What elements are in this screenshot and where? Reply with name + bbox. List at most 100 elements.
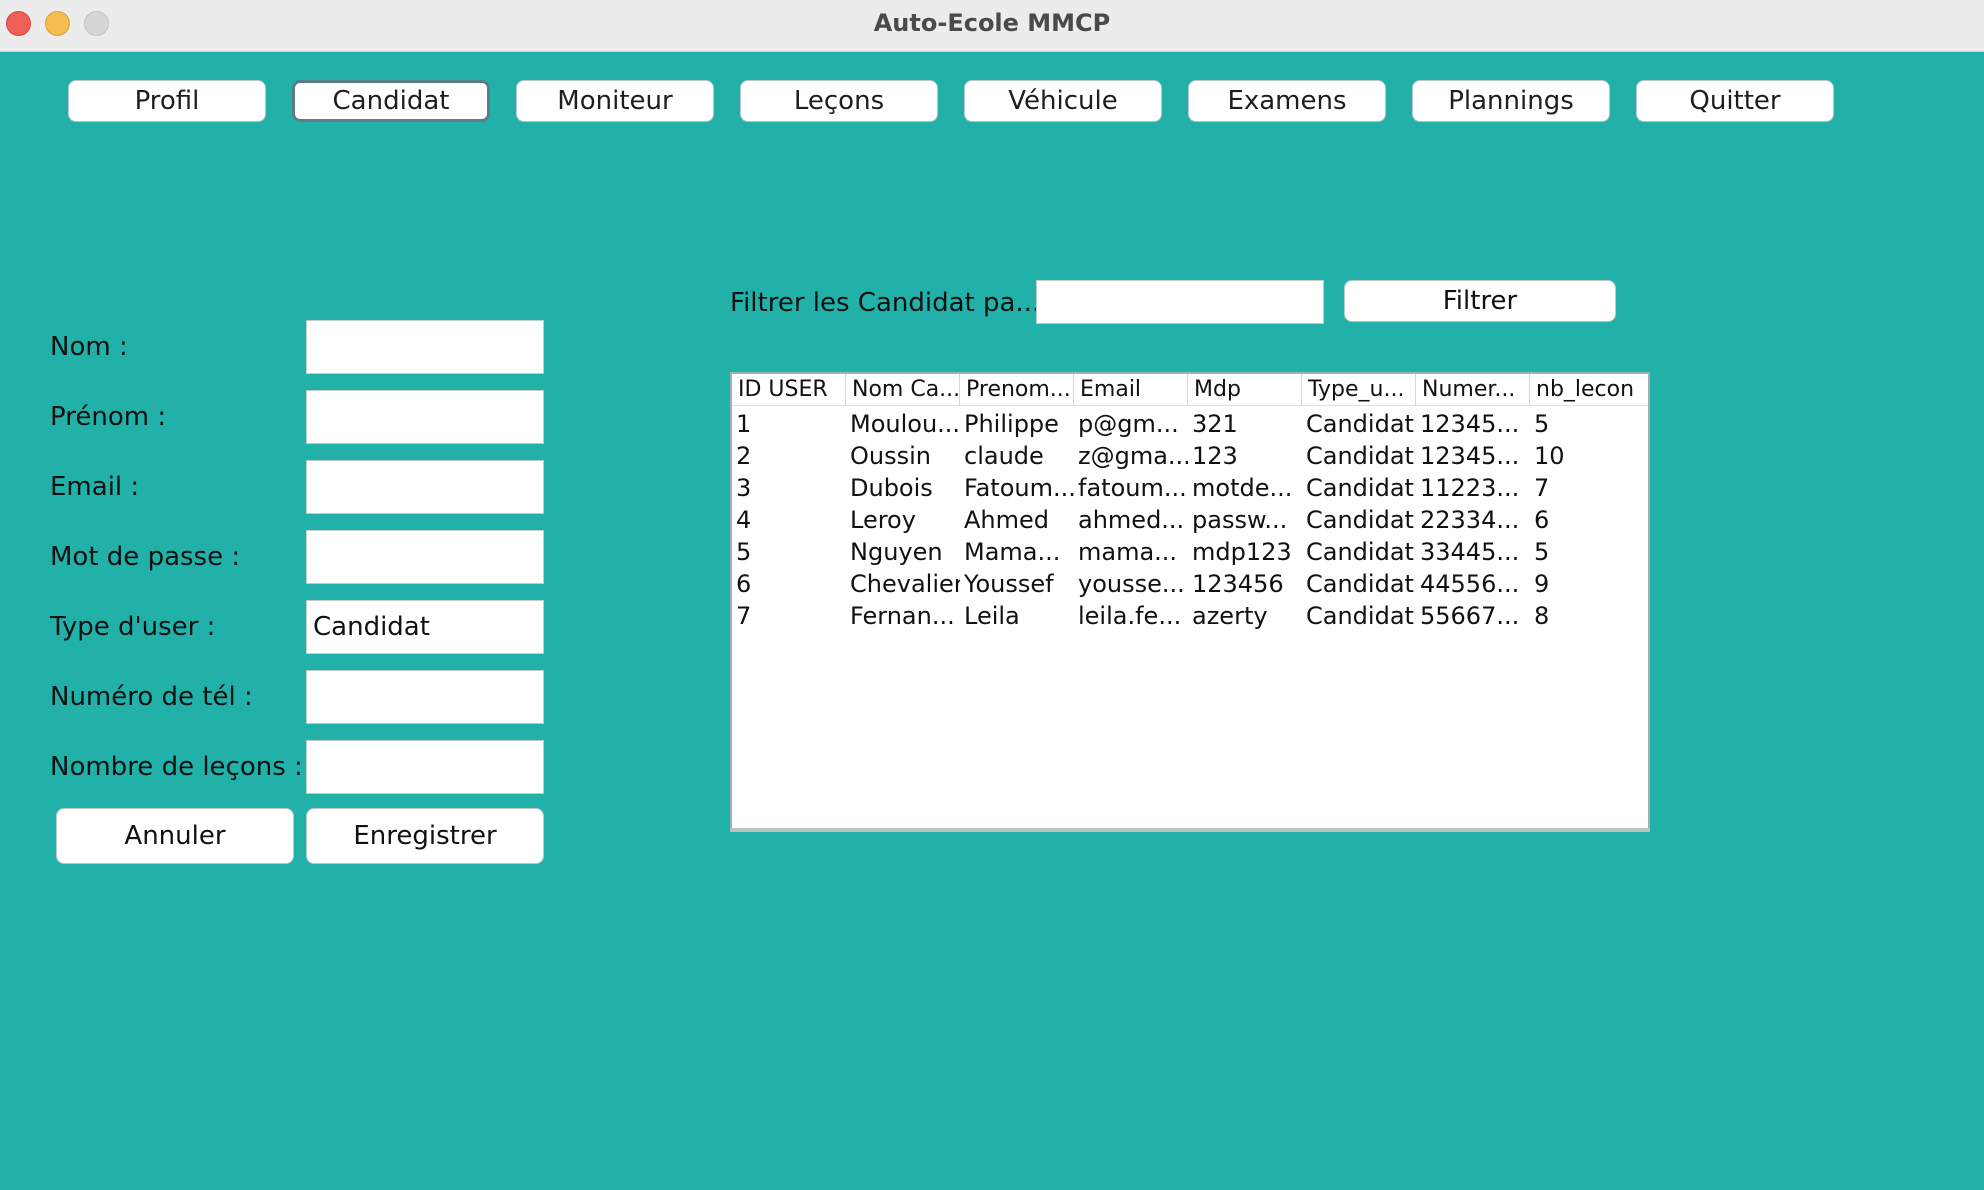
table-cell: Candidat: [1306, 506, 1414, 534]
table-cell: 5: [736, 538, 752, 566]
table-bottom-border: [730, 828, 1650, 832]
filter-label: Filtrer les Candidat pa...: [730, 288, 1041, 318]
table-cell: 9: [1534, 570, 1550, 598]
table-cell: 8: [1534, 602, 1550, 630]
table-header: ID USER Nom Ca... Prenom... Email Mdp Ty…: [732, 374, 1648, 406]
filter-input[interactable]: [1036, 280, 1324, 324]
nav-button-plannings[interactable]: Plannings: [1412, 80, 1610, 122]
nombre-lecons-input[interactable]: [306, 740, 544, 794]
type-user-input[interactable]: [306, 600, 544, 654]
table-cell: 4: [736, 506, 752, 534]
prenom-input[interactable]: [306, 390, 544, 444]
table-cell: Dubois: [850, 474, 933, 502]
table-row[interactable]: 1 Moulou... Philippe p@gm... 321 Candidat 1234…: [732, 408, 1648, 440]
table-cell: 10: [1534, 442, 1565, 470]
nom-label: Nom :: [50, 332, 128, 362]
table-cell: Candidat: [1306, 474, 1414, 502]
table-cell: Nguyen: [850, 538, 943, 566]
nav-button-lecons[interactable]: Leçons: [740, 80, 938, 122]
table-row[interactable]: 7 Fernan... Leila leila.fe... azerty Candidat…: [732, 600, 1648, 632]
column-header-type-user[interactable]: Type_u...: [1302, 374, 1416, 406]
table-cell: 2: [736, 442, 752, 470]
nav-button-profil[interactable]: Profil: [68, 80, 266, 122]
column-header-id-user[interactable]: ID USER: [732, 374, 846, 406]
mot-de-passe-label: Mot de passe :: [50, 542, 241, 572]
table-cell: mama...: [1078, 538, 1178, 566]
table-cell: Oussin: [850, 442, 931, 470]
table-cell: 7: [1534, 474, 1550, 502]
window-title: Auto-Ecole MMCP: [873, 9, 1111, 37]
table-cell: 5: [1534, 410, 1550, 438]
table-cell: 7: [736, 602, 752, 630]
table-cell: Moulou...: [850, 410, 960, 438]
prenom-label: Prénom :: [50, 402, 167, 432]
table-row[interactable]: 2 Oussin claude z@gma... 123 Candidat 12345...…: [732, 440, 1648, 472]
table-row[interactable]: 5 Nguyen Mama... mama... mdp123 Candidat 33445…: [732, 536, 1648, 568]
candidat-table[interactable]: ID USER Nom Ca... Prenom... Email Mdp Ty…: [730, 372, 1650, 832]
nav-button-candidat[interactable]: Candidat: [292, 80, 490, 122]
table-cell: 22334...: [1420, 506, 1520, 534]
table-cell: 123: [1192, 442, 1238, 470]
table-cell: 55667...: [1420, 602, 1520, 630]
table-cell: ahmed...: [1078, 506, 1185, 534]
table-cell: Fatoum...: [964, 474, 1074, 502]
column-header-numero[interactable]: Numer...: [1416, 374, 1530, 406]
table-cell: 123456: [1192, 570, 1284, 598]
table-row[interactable]: 3 Dubois Fatoum... fatoum... motde... Candida…: [732, 472, 1648, 504]
column-header-email[interactable]: Email: [1074, 374, 1188, 406]
table-row[interactable]: 4 Leroy Ahmed ahmed... passw... Candidat 22334…: [732, 504, 1648, 536]
table-cell: 12345...: [1420, 442, 1520, 470]
table-cell: fatoum...: [1078, 474, 1187, 502]
table-cell: z@gma...: [1078, 442, 1188, 470]
nav-button-examens[interactable]: Examens: [1188, 80, 1386, 122]
table-cell: 6: [736, 570, 752, 598]
table-cell: Fernan...: [850, 602, 955, 630]
email-input[interactable]: [306, 460, 544, 514]
table-cell: 11223...: [1420, 474, 1520, 502]
table-cell: 5: [1534, 538, 1550, 566]
nav-button-moniteur[interactable]: Moniteur: [516, 80, 714, 122]
table-cell: 33445...: [1420, 538, 1520, 566]
mot-de-passe-input[interactable]: [306, 530, 544, 584]
table-cell: Mama...: [964, 538, 1061, 566]
table-cell: Ahmed: [964, 506, 1050, 534]
table-cell: Philippe: [964, 410, 1059, 438]
table-cell: 321: [1192, 410, 1238, 438]
numero-tel-input[interactable]: [306, 670, 544, 724]
table-cell: Candidat: [1306, 570, 1414, 598]
email-label: Email :: [50, 472, 140, 502]
table-cell: 6: [1534, 506, 1550, 534]
table-cell: 1: [736, 410, 752, 438]
title-bar: Auto-Ecole MMCP: [0, 0, 1984, 52]
table-cell: Chevalier: [850, 570, 960, 598]
table-cell: passw...: [1192, 506, 1288, 534]
nav-button-vehicule[interactable]: Véhicule: [964, 80, 1162, 122]
table-cell: 44556...: [1420, 570, 1520, 598]
table-cell: claude: [964, 442, 1044, 470]
table-cell: azerty: [1192, 602, 1268, 630]
column-header-nb-lecon[interactable]: nb_lecon: [1530, 374, 1648, 406]
table-cell: Candidat: [1306, 538, 1414, 566]
column-header-mdp[interactable]: Mdp: [1188, 374, 1302, 406]
nav-button-quitter[interactable]: Quitter: [1636, 80, 1834, 122]
annuler-button[interactable]: Annuler: [56, 808, 294, 864]
table-cell: Candidat: [1306, 442, 1414, 470]
app-window: Auto-Ecole MMCP Profil Candidat Moniteur…: [0, 0, 1984, 1190]
table-cell: Candidat: [1306, 410, 1414, 438]
table-cell: motde...: [1192, 474, 1293, 502]
nom-input[interactable]: [306, 320, 544, 374]
column-header-nom[interactable]: Nom Ca...: [846, 374, 960, 406]
table-cell: yousse...: [1078, 570, 1185, 598]
table-row[interactable]: 6 Chevalier Youssef yousse... 123456 Candidat…: [732, 568, 1648, 600]
table-cell: mdp123: [1192, 538, 1292, 566]
table-cell: Leila: [964, 602, 1020, 630]
table-cell: 3: [736, 474, 752, 502]
table-cell: Candidat: [1306, 602, 1414, 630]
table-cell: Youssef: [964, 570, 1054, 598]
enregistrer-button[interactable]: Enregistrer: [306, 808, 544, 864]
numero-tel-label: Numéro de tél :: [50, 682, 253, 712]
type-user-label: Type d'user :: [50, 612, 216, 642]
filtrer-button[interactable]: Filtrer: [1344, 280, 1616, 322]
table-cell: Leroy: [850, 506, 916, 534]
column-header-prenom[interactable]: Prenom...: [960, 374, 1074, 406]
